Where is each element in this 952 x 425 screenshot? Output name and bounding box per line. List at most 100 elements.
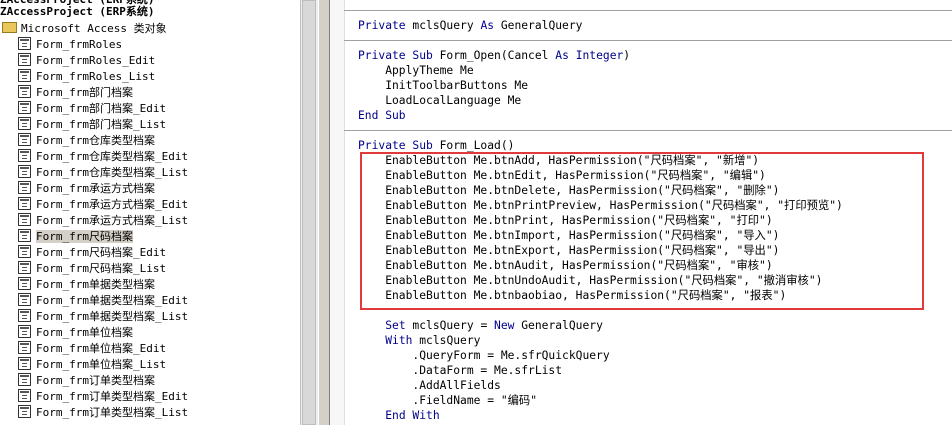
tree-item-form[interactable]: Form_frm承运方式档案_Edit [18, 197, 188, 213]
form-module-icon [18, 357, 31, 370]
code-keyword: Set [385, 319, 406, 332]
tree-item-label: Form_frmRoles_List [36, 70, 156, 83]
tree-item-form[interactable]: Form_frm尺码档案 [18, 229, 133, 245]
tree-project-root[interactable]: ZAccessProject (ERP系统) [0, 4, 154, 20]
code-text: .FieldName = "编码" [358, 394, 538, 407]
tree-item-label: Form_frm部门档案_Edit [36, 102, 167, 115]
tree-item-form[interactable]: Form_frm单据类型档案_Edit [18, 293, 188, 309]
form-module-icon [18, 133, 31, 146]
scrollbar-thumb[interactable] [302, 0, 316, 425]
tree-item-label: Form_frm尺码档案 [36, 230, 133, 243]
form-module-icon [18, 53, 31, 66]
tree-item-form[interactable]: Form_frm订单类型档案 [18, 373, 155, 389]
tree-item-form[interactable]: Form_frm尺码档案_List [18, 261, 166, 277]
code-keyword: End Sub [358, 109, 406, 122]
code-line[interactable]: .FieldName = "编码" [358, 393, 537, 408]
tree-item-form[interactable]: Form_frm仓库类型档案 [18, 133, 155, 149]
tree-item-form[interactable]: Form_frm单位档案_List [18, 357, 166, 373]
tree-item-form[interactable]: Form_frm订单类型档案_Edit [18, 389, 188, 405]
tree-item-form[interactable]: Form_frmRoles_List [18, 69, 155, 85]
procedure-separator [344, 130, 952, 131]
tree-item-form[interactable]: Form_frm单据类型档案 [18, 277, 155, 293]
code-line[interactable]: .AddAllFields [358, 378, 500, 393]
form-module-icon [18, 85, 31, 98]
tree-item-form[interactable]: Form_frm部门档案_List [18, 117, 166, 133]
red-annotation-box [360, 152, 924, 310]
code-line[interactable]: Set mclsQuery = New GeneralQuery [358, 318, 603, 333]
code-keyword: As [480, 19, 495, 32]
code-keyword: New [494, 319, 515, 332]
pane-splitter[interactable] [318, 0, 330, 425]
code-keyword: With [385, 334, 413, 347]
tree-item-label: Form_frm仓库类型档案_Edit [36, 150, 189, 163]
tree-item-form[interactable]: Form_frm尺码档案_Edit [18, 245, 166, 261]
tree-item-label: Form_frm承运方式档案_Edit [36, 198, 189, 211]
tree-item-form[interactable]: Form_frm部门档案_Edit [18, 101, 166, 117]
tree-item-form[interactable]: Form_frm仓库类型档案_List [18, 165, 188, 181]
tree-item-label: Form_frm仓库类型档案_List [36, 166, 189, 179]
tree-item-form[interactable]: Form_frmRoles [18, 37, 122, 53]
form-module-icon [18, 293, 31, 306]
tree-item-label: Form_frmRoles [36, 38, 123, 51]
tree-item-label: Form_frm承运方式档案_List [36, 214, 189, 227]
code-line[interactable]: Private mclsQuery As GeneralQuery [358, 18, 582, 33]
folder-icon [2, 22, 17, 33]
code-text: LoadLocalLanguage Me [358, 94, 522, 107]
code-text: mclsQuery As GeneralQuery [405, 19, 583, 32]
procedure-separator [344, 10, 952, 11]
tree-item-label: Form_frm部门档案_List [36, 118, 167, 131]
tree-item-label: Form_frm单位档案_List [36, 358, 167, 371]
tree-item-form[interactable]: Form_frm承运方式档案 [18, 181, 155, 197]
tree-folder-access-objects[interactable]: Microsoft Access 类对象 [2, 21, 167, 37]
code-text: ApplyTheme Me [358, 64, 474, 77]
code-text: .DataForm = Me.sfrList [358, 364, 563, 377]
tree-item-label: Form_frm承运方式档案 [36, 182, 155, 195]
tree-item-form[interactable]: Form_frm仓库类型档案_Edit [18, 149, 188, 165]
form-module-icon [18, 389, 31, 402]
form-module-icon [18, 261, 31, 274]
code-keyword: End With [385, 409, 440, 422]
code-keyword: Integer [575, 49, 624, 62]
code-line[interactable]: Private Sub Form_Open(Cancel As Integer) [358, 48, 630, 63]
code-keyword: As [555, 49, 569, 62]
code-line[interactable]: With mclsQuery [358, 333, 480, 348]
tree-item-label: Form_frm单据类型档案 [36, 278, 155, 291]
code-line[interactable]: .DataForm = Me.sfrList [358, 363, 562, 378]
code-line[interactable]: End Sub [358, 108, 406, 123]
explorer-scrollbar[interactable] [300, 0, 318, 425]
form-module-icon [18, 101, 31, 114]
code-line[interactable]: Private Sub Form_Load() [358, 138, 514, 153]
tree-item-form[interactable]: Form_frm承运方式档案_List [18, 213, 188, 229]
form-module-icon [18, 165, 31, 178]
code-line[interactable]: LoadLocalLanguage Me [358, 93, 521, 108]
tree-item-label: Form_frm订单类型档案_List [36, 406, 189, 419]
tree-item-form[interactable]: Form_frm单据类型档案_List [18, 309, 188, 325]
form-module-icon [18, 229, 31, 242]
project-explorer: ZAccessProject (ERP系统) ZAccessProject (E… [0, 0, 300, 425]
tree-item-label: Form_frm尺码档案_Edit [36, 246, 167, 259]
tree-item-form[interactable]: Form_frm单位档案 [18, 325, 133, 341]
form-module-icon [18, 37, 31, 50]
code-line[interactable]: End With [358, 408, 440, 423]
form-module-icon [18, 373, 31, 386]
code-keyword: Private Sub [358, 49, 433, 62]
tree-item-form[interactable]: Form_frm订单类型档案_List [18, 405, 188, 421]
code-keyword: Private Sub [358, 139, 433, 152]
tree-item-form[interactable]: Form_frm部门档案 [18, 85, 133, 101]
tree-item-form[interactable]: Form_frm单位档案_Edit [18, 341, 166, 357]
code-text: .QueryForm = Me.sfrQuickQuery [358, 349, 610, 362]
form-module-icon [18, 245, 31, 258]
tree-item-label: Form_frm订单类型档案 [36, 374, 155, 387]
code-line[interactable]: ApplyTheme Me [358, 63, 474, 78]
form-module-icon [18, 213, 31, 226]
tree-item-label: Form_frm单位档案 [36, 326, 133, 339]
code-text: Form_Load() [432, 139, 515, 152]
code-margin-indicator-bar[interactable] [330, 0, 345, 425]
form-module-icon [18, 325, 31, 338]
code-line[interactable]: InitToolbarButtons Me [358, 78, 528, 93]
form-module-icon [18, 117, 31, 130]
form-module-icon [18, 277, 31, 290]
tree-item-form[interactable]: Form_frmRoles_Edit [18, 53, 155, 69]
tree-item-label: Form_frm单据类型档案_List [36, 310, 189, 323]
code-line[interactable]: .QueryForm = Me.sfrQuickQuery [358, 348, 610, 363]
